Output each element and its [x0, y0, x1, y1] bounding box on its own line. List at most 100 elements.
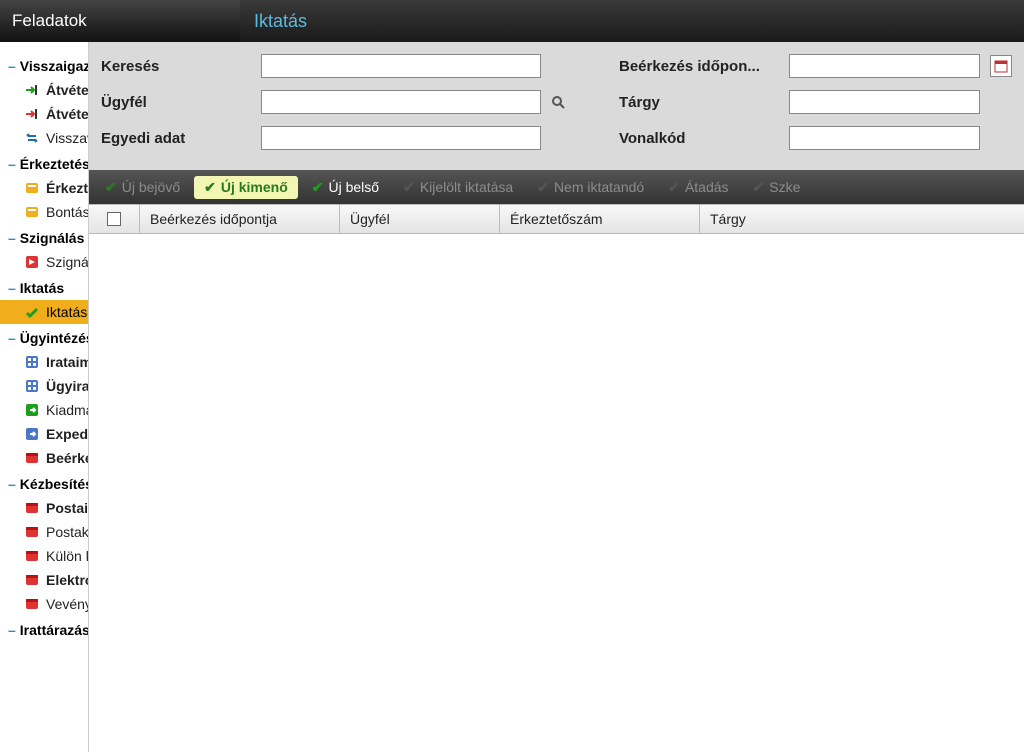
sidebar-group-title[interactable]: –Visszaigazolandó küldemé: [0, 52, 88, 78]
toolbar-button: ✔Szke: [743, 176, 811, 199]
sidebar-item[interactable]: Ügyirataim (338/361): [0, 374, 88, 398]
collapse-icon: –: [8, 622, 16, 638]
check-icon: ✔: [403, 179, 415, 196]
app-header: Feladatok Iktatás: [0, 0, 1024, 42]
filter-input[interactable]: [261, 54, 541, 78]
table-header: Beérkezés időpontjaÜgyfélÉrkeztetőszámTá…: [89, 204, 1024, 234]
sidebar-item[interactable]: Bontás: [0, 200, 88, 224]
column-header[interactable]: Beérkezés időpontja: [139, 205, 339, 233]
sidebar-item[interactable]: Beérkezett vevény (13): [0, 446, 88, 470]
square-icon: [24, 523, 40, 541]
sidebar-item-label: Beérkezett vevény (13): [46, 450, 88, 466]
select-all-checkbox[interactable]: [107, 212, 121, 226]
filter-label: Egyedi adat: [101, 130, 261, 147]
collapse-icon: –: [8, 58, 16, 74]
filter-panel: KeresésBeérkezés időpon... Ügyfél Tárgy Egy…: [89, 42, 1024, 170]
sidebar-item-label: Átvételre vár (63/63): [46, 106, 88, 122]
toolbar-button-label: Új bejövő: [122, 179, 180, 195]
sidebar-item[interactable]: Szignálandó: [0, 250, 88, 274]
sidebar-item[interactable]: Iktatás: [0, 300, 88, 324]
filter-input[interactable]: [789, 126, 980, 150]
sidebar-item[interactable]: Érkeztetés (145): [0, 176, 88, 200]
filter-label: Keresés: [101, 58, 261, 75]
sidebar-item[interactable]: Vevények kezelése: [0, 592, 88, 616]
sidebar-item[interactable]: Átvételre vár (63/63): [0, 102, 88, 126]
square-icon: [24, 547, 40, 565]
square-icon: [24, 571, 40, 589]
sidebar-group-title[interactable]: –Szignálás: [0, 224, 88, 250]
filter-label: Tárgy: [619, 94, 789, 111]
calendar-icon[interactable]: [990, 55, 1012, 77]
check-icon: ✔: [668, 179, 680, 196]
collapse-icon: –: [8, 280, 16, 296]
toolbar-button-label: Átadás: [685, 179, 729, 195]
check-icon: ✔: [204, 179, 216, 196]
toolbar-button[interactable]: ✔ Új kimenő: [194, 176, 298, 199]
sidebar-item[interactable]: Irataim (288/324): [0, 350, 88, 374]
filter-row: KeresésBeérkezés időpon...: [101, 54, 1012, 78]
arrow-in-icon: [24, 105, 40, 123]
sidebar-item[interactable]: Postai kézbesítés (5/8): [0, 496, 88, 520]
sidebar-item-label: Postai kézbesítés (5/8): [46, 500, 88, 516]
check-icon: [24, 303, 40, 321]
sidebar-item-label: Irataim (288/324): [46, 354, 88, 370]
toolbar-button-label: Nem iktatandó: [554, 179, 644, 195]
toolbar-button: ✔ Átadás: [658, 176, 738, 199]
sidebar-item[interactable]: Külön kézbesítés (0/0): [0, 544, 88, 568]
sidebar-item[interactable]: Visszavétel - Továbbküldés: [0, 126, 88, 150]
column-header[interactable]: Tárgy: [699, 205, 1024, 233]
toolbar-button-label: Új kimenő: [221, 179, 288, 195]
sidebar-item-label: Vevények kezelése: [46, 596, 88, 612]
grid-icon: [24, 353, 40, 371]
filter-label: Ügyfél: [101, 94, 261, 111]
column-header[interactable]: Ügyfél: [339, 205, 499, 233]
toolbar-button[interactable]: ✔Új belső: [302, 176, 389, 199]
check-icon: ✔: [753, 179, 765, 196]
sidebar-group-title[interactable]: –Ügyintézés: [0, 324, 88, 350]
sidebar-item-label: Elektronikus kézbesítés: [46, 572, 88, 588]
sidebar-item[interactable]: Expediálás (1/5): [0, 422, 88, 446]
filter-row: Egyedi adat Vonalkód: [101, 126, 1012, 150]
filter-input[interactable]: [261, 126, 541, 150]
filter-input[interactable]: [789, 54, 980, 78]
check-icon: ✔: [537, 179, 549, 196]
filter-input[interactable]: [789, 90, 980, 114]
column-checkbox[interactable]: [89, 205, 139, 233]
header-title-right: Iktatás: [240, 0, 1024, 42]
collapse-icon: –: [8, 230, 16, 246]
sidebar-group-title[interactable]: –Irattárazás: [0, 616, 88, 642]
filter-label: Vonalkód: [619, 130, 789, 147]
filter-input[interactable]: [261, 90, 541, 114]
arrow-in-icon: [24, 81, 40, 99]
toolbar-button: ✔ Kijelölt iktatása: [393, 176, 523, 199]
sidebar-group-title[interactable]: –Kézbesítés: [0, 470, 88, 496]
square-icon: [24, 595, 40, 613]
header-title-left: Feladatok: [0, 0, 240, 42]
sidebar-item-label: Érkeztetés (145): [46, 180, 88, 196]
toolbar-button-label: Kijelölt iktatása: [420, 179, 513, 195]
square-icon: [24, 449, 40, 467]
collapse-icon: –: [8, 330, 16, 346]
sidebar-item[interactable]: Kiadmányozás (0/1): [0, 398, 88, 422]
table-body: [89, 234, 1024, 752]
sidebar-item[interactable]: Átvétel (148/148): [0, 78, 88, 102]
sidebar-item[interactable]: Elektronikus kézbesítés: [0, 568, 88, 592]
sidebar-item-label: Expediálás (1/5): [46, 426, 88, 442]
sidebar-item-label: Átvétel (148/148): [46, 82, 88, 98]
toolbar-button: ✔ Nem iktatandó: [527, 176, 654, 199]
column-header[interactable]: Érkeztetőszám: [499, 205, 699, 233]
sidebar-item-label: Külön kézbesítés (0/0): [46, 548, 88, 564]
flag-icon: [24, 253, 40, 271]
sidebar-item[interactable]: Postakönyvek kezelése: [0, 520, 88, 544]
collapse-icon: –: [8, 476, 16, 492]
lookup-icon[interactable]: [547, 91, 569, 113]
box-icon: [24, 179, 40, 197]
sidebar-group-title[interactable]: –Iktatás: [0, 274, 88, 300]
sidebar-item-label: Postakönyvek kezelése: [46, 524, 88, 540]
sidebar-item-label: Ügyirataim (338/361): [46, 378, 88, 394]
arrows-lr-icon: [24, 129, 40, 147]
toolbar: ✔ Új bejövő ✔ Új kimenő ✔Új belső ✔ Kijelölt i…: [89, 170, 1024, 204]
collapse-icon: –: [8, 156, 16, 172]
sidebar-group-title[interactable]: –Érkeztetés: [0, 150, 88, 176]
grid-icon: [24, 377, 40, 395]
